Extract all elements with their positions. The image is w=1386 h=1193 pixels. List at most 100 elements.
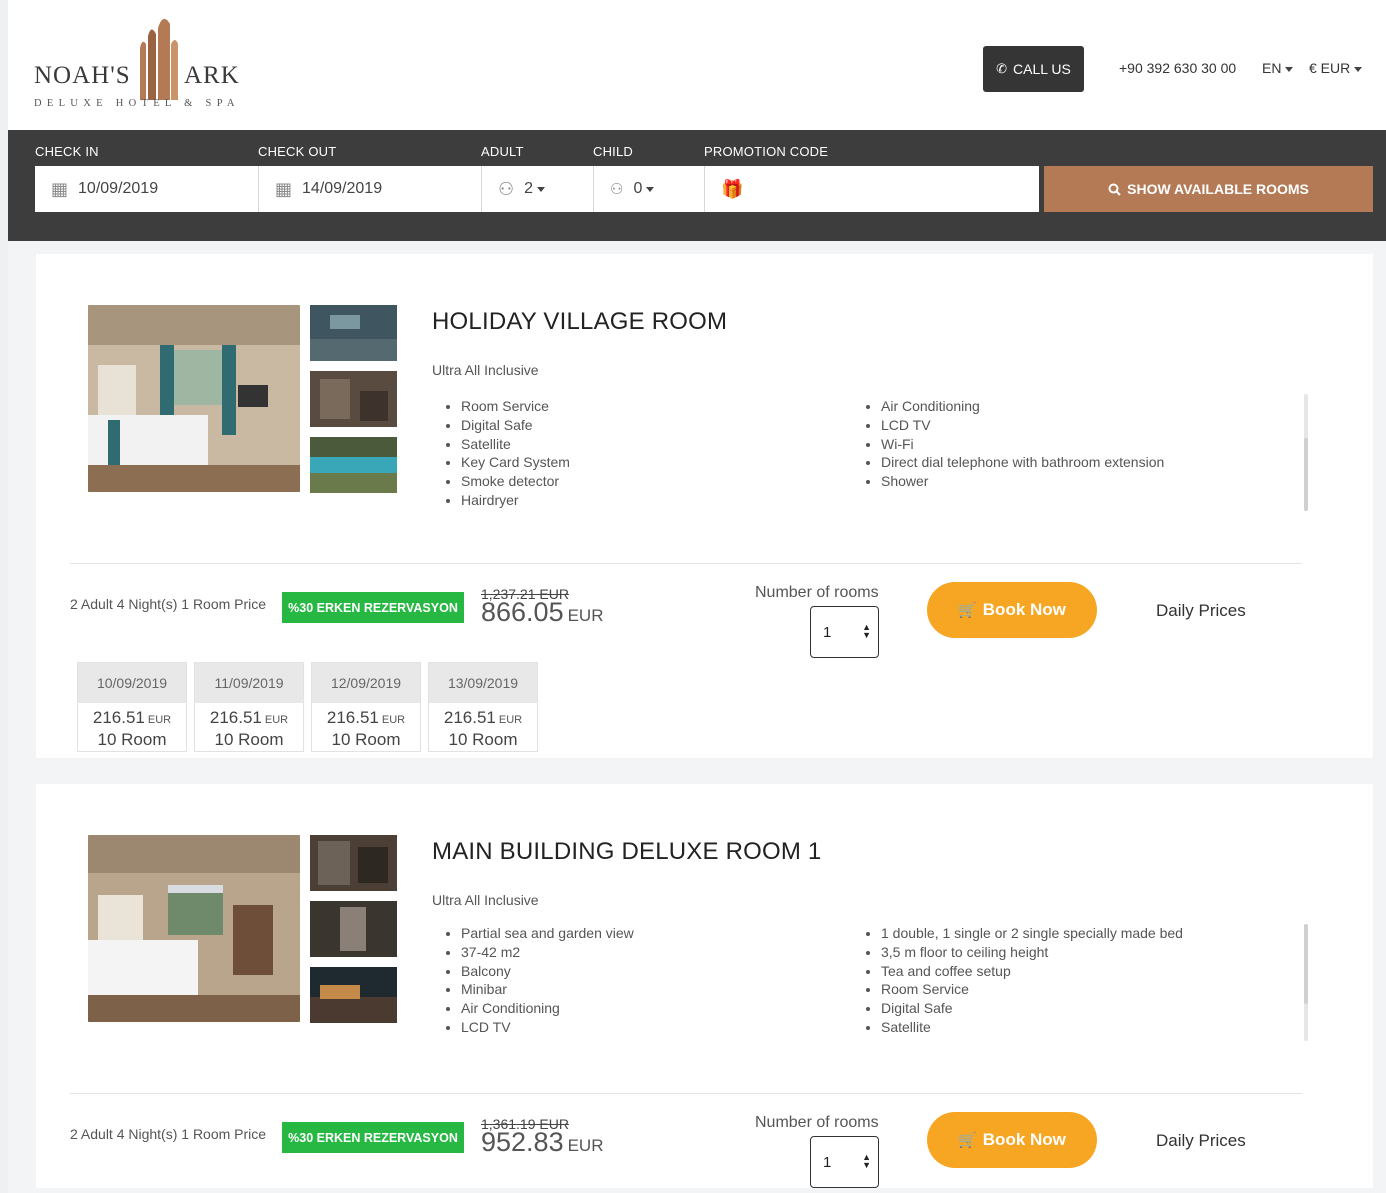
number-of-rooms-select[interactable]: 1 ▲ ▼ (810, 606, 879, 658)
currency-select[interactable]: € EUR (1309, 60, 1363, 76)
room-thumbnail[interactable] (310, 967, 397, 1023)
page: NOAH'S ARK DELUXE HOTEL & SPA ✆ CALL US … (8, 0, 1386, 1193)
child-select[interactable]: ⚇ 0 (594, 166, 704, 212)
check-in-label: CHECK IN (35, 144, 99, 159)
daily-price: 216.51 EUR (312, 708, 420, 728)
book-now-label: Book Now (982, 1130, 1066, 1149)
daily-date: 12/09/2019 (312, 663, 420, 703)
daily-availability: 10 Room (214, 730, 284, 749)
feature-item: Air Conditioning (461, 999, 861, 1018)
current-price-currency: EUR (567, 1136, 604, 1155)
feature-item: 1 double, 1 single or 2 single specially… (881, 924, 1301, 943)
feature-item: Room Service (881, 980, 1301, 999)
price-description: 2 Adult 4 Night(s) 1 Room Price (70, 1126, 267, 1142)
promotion-code-input[interactable]: 🎁 (705, 166, 1039, 212)
call-us-label: CALL US (1013, 61, 1071, 77)
feature-item: Key Card System (461, 453, 861, 472)
scrollbar-thumb[interactable] (1304, 438, 1308, 511)
caret-down-icon (1285, 66, 1294, 72)
child-person-icon: ⚇ (610, 181, 624, 198)
daily-price: 216.51 EUR (195, 708, 303, 728)
current-price-value: 952.83 (481, 1127, 564, 1157)
cart-icon: 🛒 (958, 1132, 977, 1149)
phone-number[interactable]: +90 392 630 30 00 (1119, 60, 1236, 76)
feature-item: Partial sea and garden view (461, 924, 861, 943)
booking-search-bar: CHECK IN CHECK OUT ADULT CHILD PROMOTION… (8, 130, 1386, 241)
check-in-field[interactable]: ▦ 10/09/2019 (35, 166, 258, 212)
feature-item: 37-42 m2 (461, 943, 861, 962)
check-out-field[interactable]: ▦ 14/09/2019 (259, 166, 481, 212)
check-in-value: 10/09/2019 (78, 180, 159, 197)
number-of-rooms-select[interactable]: 1 ▲ ▼ (810, 1136, 879, 1188)
site-header: NOAH'S ARK DELUXE HOTEL & SPA ✆ CALL US … (8, 0, 1386, 130)
feature-item: Digital Safe (881, 999, 1301, 1018)
adult-label: ADULT (481, 144, 524, 159)
check-out-value: 14/09/2019 (302, 180, 383, 197)
book-now-label: Book Now (982, 600, 1066, 619)
room-features-left: Partial sea and garden view 37-42 m2 Bal… (433, 924, 861, 1037)
daily-price: 216.51 EUR (429, 708, 537, 728)
logo-word-right: ARK (184, 62, 240, 89)
daily-date: 10/09/2019 (78, 663, 186, 703)
feature-item: Smoke detector (461, 472, 861, 491)
room-main-photo[interactable] (88, 305, 300, 492)
gift-icon: 🎁 (721, 178, 744, 199)
feature-item: LCD TV (461, 1018, 861, 1037)
currency-label: € EUR (1309, 60, 1351, 76)
show-available-rooms-button[interactable]: SHOW AVAILABLE ROOMS (1044, 166, 1373, 212)
scrollbar-thumb[interactable] (1304, 924, 1308, 1004)
feature-item: Direct dial telephone with bathroom exte… (881, 453, 1301, 472)
adult-person-icon: ⚇ (498, 178, 515, 199)
ship-sail-icon (140, 18, 178, 100)
room-main-photo[interactable] (88, 835, 300, 1022)
feature-item: Satellite (881, 1018, 1301, 1037)
room-thumbnail[interactable] (310, 437, 397, 493)
card-divider (70, 563, 1302, 564)
daily-availability: 10 Room (448, 730, 518, 749)
room-features-right: 1 double, 1 single or 2 single specially… (853, 924, 1301, 1037)
cart-icon: 🛒 (958, 602, 977, 619)
features-scrollbar[interactable] (1304, 924, 1308, 1041)
book-now-button[interactable]: 🛒 Book Now (927, 1112, 1097, 1168)
room-thumbnail[interactable] (310, 901, 397, 957)
card-divider (70, 1093, 1302, 1094)
daily-price-cell: 13/09/2019 216.51 EUR 10 Room (428, 662, 538, 752)
language-select[interactable]: EN (1262, 60, 1294, 76)
number-of-rooms-label: Number of rooms (755, 584, 879, 601)
room-thumbnail[interactable] (310, 371, 397, 427)
stepper-arrows-icon: ▲ ▼ (862, 622, 871, 640)
price-description: 2 Adult 4 Night(s) 1 Room Price (70, 596, 267, 612)
feature-item: Hairdryer (461, 491, 861, 510)
current-price-currency: EUR (567, 606, 604, 625)
adult-value: 2 (524, 180, 534, 197)
room-title[interactable]: HOLIDAY VILLAGE ROOM (432, 308, 727, 336)
promotion-code-label: PROMOTION CODE (704, 144, 829, 159)
child-value: 0 (633, 180, 643, 197)
daily-prices-link[interactable]: Daily Prices (1156, 1131, 1246, 1151)
calendar-icon: ▦ (275, 178, 293, 199)
call-us-button[interactable]: ✆ CALL US (983, 46, 1084, 92)
room-thumbnail[interactable] (310, 835, 397, 891)
room-card: MAIN BUILDING DELUXE ROOM 1 Ultra All In… (36, 784, 1373, 1188)
daily-prices-link[interactable]: Daily Prices (1156, 601, 1246, 621)
daily-price-currency: EUR (147, 714, 172, 726)
show-available-rooms-label: SHOW AVAILABLE ROOMS (1127, 181, 1309, 197)
hotel-logo[interactable]: NOAH'S ARK DELUXE HOTEL & SPA (34, 14, 244, 114)
daily-price-currency: EUR (498, 714, 523, 726)
number-of-rooms-value: 1 (823, 624, 832, 641)
stepper-arrows-icon: ▲ ▼ (862, 1152, 871, 1170)
daily-price: 216.51 EUR (78, 708, 186, 728)
number-of-rooms-value: 1 (823, 1154, 832, 1171)
room-features-left: Room Service Digital Safe Satellite Key … (433, 397, 861, 510)
features-scrollbar[interactable] (1304, 394, 1308, 511)
room-title[interactable]: MAIN BUILDING DELUXE ROOM 1 (432, 838, 821, 866)
board-type: Ultra All Inclusive (432, 892, 539, 908)
promo-badge: %30 ERKEN REZERVASYON (282, 592, 464, 623)
room-thumbnail[interactable] (310, 305, 397, 361)
adult-select[interactable]: ⚇ 2 (482, 166, 593, 212)
feature-item: Digital Safe (461, 416, 861, 435)
caret-down-icon (1354, 66, 1363, 72)
room-card: HOLIDAY VILLAGE ROOM Ultra All Inclusive… (36, 254, 1373, 758)
book-now-button[interactable]: 🛒 Book Now (927, 582, 1097, 638)
daily-price-value: 216.51 (326, 708, 379, 727)
